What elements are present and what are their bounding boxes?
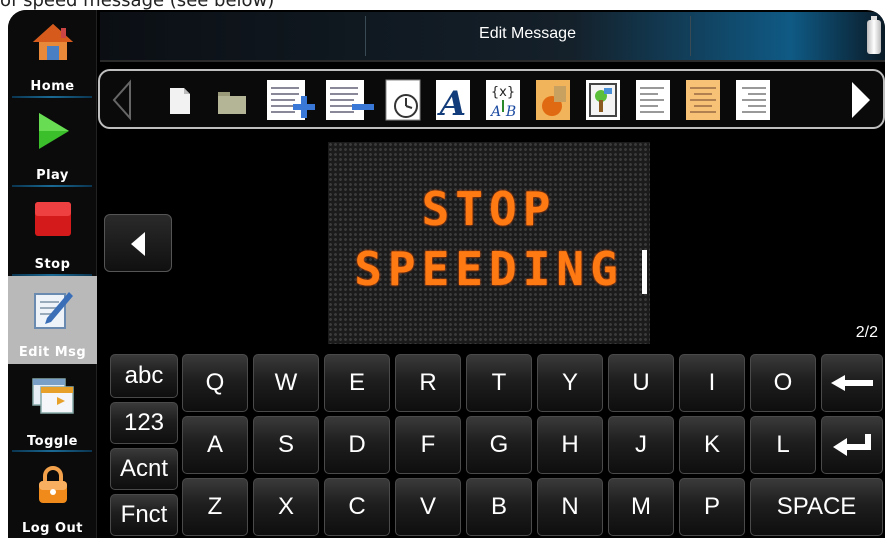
battery-icon (867, 16, 881, 54)
remove-line-icon[interactable] (324, 78, 374, 122)
mode-key-123[interactable]: 123 (110, 402, 178, 444)
sign-line-1: STOP (421, 182, 557, 236)
sidebar-divider (12, 185, 92, 187)
sidebar-item-stop[interactable]: Stop (8, 188, 97, 276)
key-u[interactable]: U (608, 354, 674, 412)
mode-key-accent[interactable]: Acnt (110, 448, 178, 490)
key-c[interactable]: C (324, 478, 390, 536)
key-j[interactable]: J (608, 416, 674, 474)
sidebar-item-label: Play (36, 168, 69, 183)
key-v[interactable]: V (395, 478, 461, 536)
key-t[interactable]: T (466, 354, 532, 412)
title-bar: Edit Message (100, 12, 885, 62)
key-q[interactable]: Q (182, 354, 248, 412)
enter-icon (833, 434, 871, 456)
image-icon[interactable] (584, 78, 622, 122)
variable-icon[interactable]: {x} A B (484, 78, 522, 122)
key-m[interactable]: M (608, 478, 674, 536)
space-key[interactable]: SPACE (750, 478, 883, 536)
mode-key-function[interactable]: Fnct (110, 494, 178, 536)
key-k[interactable]: K (679, 416, 745, 474)
scroll-right-icon[interactable] (848, 78, 874, 122)
edit-icon (31, 288, 75, 336)
sidebar-item-play[interactable]: Play (8, 99, 97, 187)
key-x[interactable]: X (253, 478, 319, 536)
sidebar: Home Play Stop Edit Msg Toggle Log Out (8, 10, 97, 538)
sign-preview[interactable]: STOP SPEEDING (328, 142, 650, 344)
key-r[interactable]: R (395, 354, 461, 412)
page-timing-icon[interactable] (384, 78, 422, 122)
key-w[interactable]: W (253, 354, 319, 412)
align-right-icon[interactable] (734, 78, 772, 122)
folder-icon[interactable] (212, 78, 250, 122)
toggle-window-icon (31, 377, 75, 419)
backspace-key[interactable] (821, 354, 883, 412)
sidebar-item-label: Toggle (27, 434, 78, 449)
scroll-left-icon[interactable] (110, 78, 134, 122)
sign-line-2: SPEEDING (354, 242, 624, 296)
mode-key-abc[interactable]: abc (110, 354, 178, 398)
text-cursor (642, 250, 647, 294)
sidebar-item-toggle[interactable]: Toggle (8, 365, 97, 453)
svg-text:A: A (437, 84, 466, 122)
backspace-icon (831, 375, 873, 391)
key-s[interactable]: S (253, 416, 319, 474)
arrow-left-icon (131, 232, 145, 256)
message-toolbar: A {x} A B (98, 69, 885, 129)
key-e[interactable]: E (324, 354, 390, 412)
title-divider (690, 16, 691, 56)
sidebar-item-edit-msg[interactable]: Edit Msg (8, 276, 97, 364)
sidebar-item-label: Log Out (21, 521, 84, 536)
svg-text:{x}: {x} (491, 85, 515, 100)
sidebar-item-label: Stop (34, 257, 71, 272)
key-g[interactable]: G (466, 416, 532, 474)
lock-icon (35, 464, 71, 508)
key-p[interactable]: P (679, 478, 745, 536)
stop-icon (33, 200, 73, 242)
sidebar-divider (12, 96, 92, 98)
device-screen: Home Play Stop Edit Msg Toggle Log Out E… (8, 10, 885, 538)
sidebar-item-label: Edit Msg (18, 345, 87, 360)
enter-key[interactable] (821, 416, 883, 474)
font-icon[interactable]: A (434, 78, 472, 124)
key-o[interactable]: O (750, 354, 816, 412)
home-icon (31, 22, 75, 66)
key-l[interactable]: L (750, 416, 816, 474)
play-icon (35, 111, 71, 155)
key-f[interactable]: F (395, 416, 461, 474)
key-d[interactable]: D (324, 416, 390, 474)
key-i[interactable]: I (679, 354, 745, 412)
graphic-icon[interactable] (534, 78, 572, 122)
key-n[interactable]: N (537, 478, 603, 536)
align-center-icon[interactable] (684, 78, 722, 122)
add-line-icon[interactable] (265, 78, 315, 122)
key-a[interactable]: A (182, 416, 248, 474)
svg-text:B: B (505, 104, 516, 120)
key-y[interactable]: Y (537, 354, 603, 412)
sidebar-item-home[interactable]: Home (8, 10, 97, 98)
page-title: Edit Message (479, 25, 576, 42)
page-indicator: 2/2 (855, 324, 878, 341)
key-z[interactable]: Z (182, 478, 248, 536)
sidebar-item-label: Home (30, 79, 75, 94)
sidebar-item-log-out[interactable]: Log Out (8, 452, 97, 538)
new-page-icon[interactable] (160, 78, 198, 122)
align-left-icon[interactable] (634, 78, 672, 122)
key-h[interactable]: H (537, 416, 603, 474)
key-b[interactable]: B (466, 478, 532, 536)
svg-text:A: A (489, 104, 501, 120)
previous-page-button[interactable] (104, 214, 172, 272)
